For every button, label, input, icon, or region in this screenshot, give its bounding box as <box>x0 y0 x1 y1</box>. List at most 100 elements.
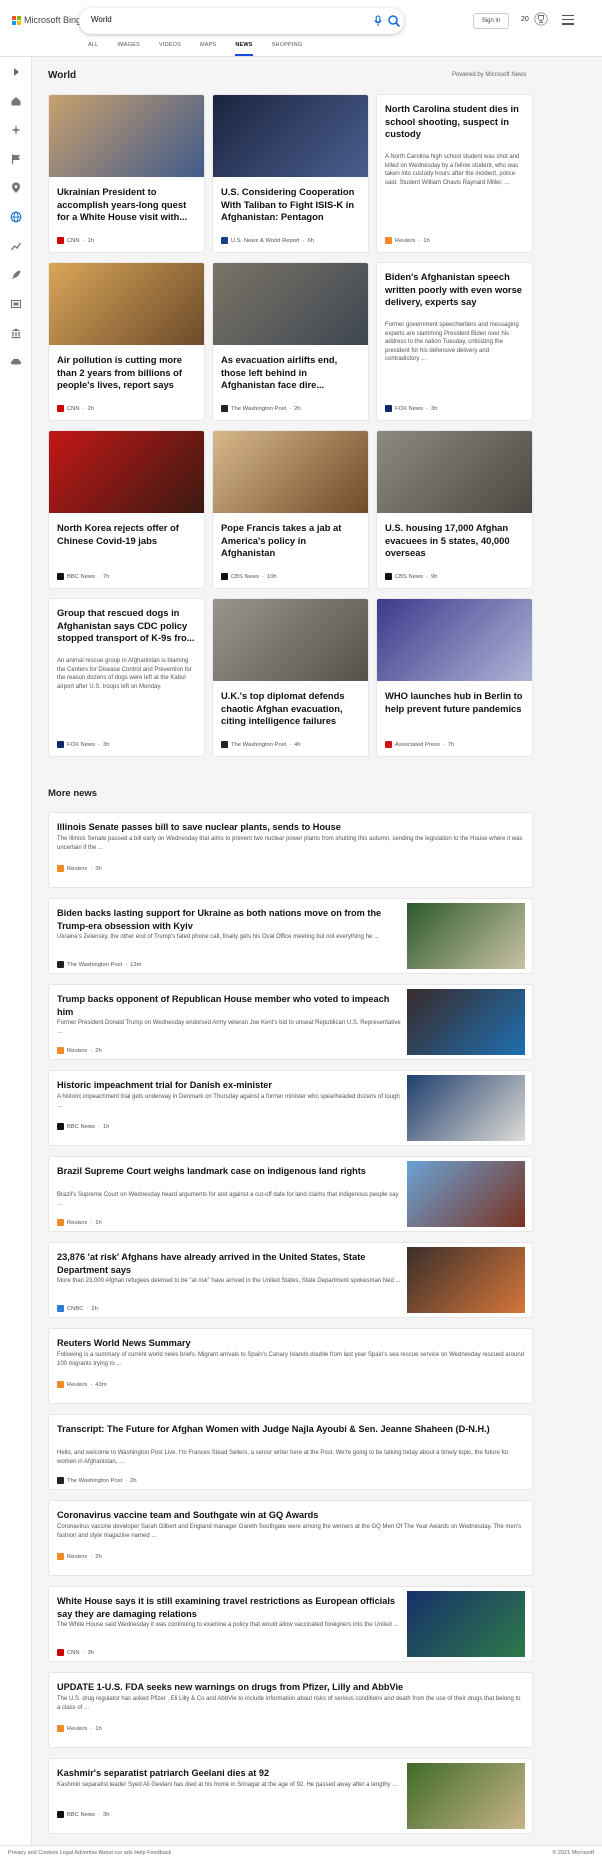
news-card-image[interactable] <box>49 263 204 345</box>
news-item-thumbnail[interactable] <box>407 989 525 1055</box>
separator-dot: · <box>82 1649 85 1656</box>
news-item-summary: Brazil's Supreme Court on Wednesday hear… <box>57 1192 399 1207</box>
search-icon[interactable] <box>387 14 401 28</box>
news-card-title[interactable]: Biden's Afghanistan speech written poorl… <box>385 271 525 309</box>
news-item-thumbnail[interactable] <box>407 1763 525 1829</box>
tab-news[interactable]: NEWS <box>235 40 253 56</box>
news-card-source: The Washington Post · 2h <box>221 405 301 412</box>
news-card[interactable]: U.S. Considering Cooperation With Taliba… <box>212 94 369 253</box>
news-card[interactable]: Group that rescued dogs in Afghanistan s… <box>48 598 205 757</box>
news-item-title[interactable]: UPDATE 1-U.S. FDA seeks new warnings on … <box>57 1681 525 1694</box>
news-item-title[interactable]: Trump backs opponent of Republican House… <box>57 993 402 1018</box>
news-item-title[interactable]: Kashmir's separatist patriarch Geelani d… <box>57 1767 402 1780</box>
news-list-item[interactable]: 23,876 'at risk' Afghans have already ar… <box>48 1242 533 1318</box>
news-card-title[interactable]: U.S. Considering Cooperation With Taliba… <box>221 186 361 224</box>
source-logo-icon <box>57 1553 64 1560</box>
news-item-title[interactable]: Brazil Supreme Court weighs landmark cas… <box>57 1165 402 1178</box>
bing-logo[interactable]: Microsoft Bing <box>12 15 81 25</box>
news-card[interactable]: As evacuation airlifts end, those left b… <box>212 262 369 421</box>
building-icon[interactable] <box>10 327 22 339</box>
expand-rail-icon[interactable] <box>10 66 22 78</box>
news-card-title[interactable]: Ukrainian President to accomplish years-… <box>57 186 197 224</box>
news-card-title[interactable]: WHO launches hub in Berlin to help preve… <box>385 690 525 715</box>
news-card[interactable]: U.S. housing 17,000 Afghan evacuees in 5… <box>376 430 533 589</box>
car-icon[interactable] <box>10 356 22 368</box>
news-item-thumbnail[interactable] <box>407 1161 525 1227</box>
search-box[interactable]: World <box>79 8 404 34</box>
tab-shopping[interactable]: SHOPPING <box>272 40 303 56</box>
news-card-title[interactable]: North Carolina student dies in school sh… <box>385 103 525 141</box>
news-card-title[interactable]: Pope Francis takes a jab at America's po… <box>221 522 361 560</box>
news-item-thumbnail[interactable] <box>407 1075 525 1141</box>
news-list-item[interactable]: Biden backs lasting support for Ukraine … <box>48 898 533 974</box>
sign-in-button[interactable]: Sign in <box>473 13 509 29</box>
rocket-icon[interactable] <box>10 269 22 281</box>
separator-dot: · <box>289 741 292 748</box>
news-card[interactable]: Biden's Afghanistan speech written poorl… <box>376 262 533 421</box>
tab-videos[interactable]: VIDEOS <box>159 40 181 56</box>
news-list-item[interactable]: Brazil Supreme Court weighs landmark cas… <box>48 1156 533 1232</box>
footer-links[interactable]: Privacy and Cookies Legal Advertise Abou… <box>8 1850 171 1856</box>
news-card-title[interactable]: As evacuation airlifts end, those left b… <box>221 354 361 392</box>
news-card-title[interactable]: North Korea rejects offer of Chinese Cov… <box>57 522 197 547</box>
tab-maps[interactable]: MAPS <box>200 40 216 56</box>
news-card-image[interactable] <box>377 599 532 681</box>
news-card-image[interactable] <box>213 431 368 513</box>
rewards-points[interactable]: 20 <box>521 16 529 23</box>
news-card[interactable]: Ukrainian President to accomplish years-… <box>48 94 205 253</box>
news-card-title[interactable]: Air pollution is cutting more than 2 yea… <box>57 354 197 392</box>
news-list-item[interactable]: Kashmir's separatist patriarch Geelani d… <box>48 1758 533 1834</box>
news-list-item[interactable]: Coronavirus vaccine team and Southgate w… <box>48 1500 533 1576</box>
chart-icon[interactable] <box>10 240 22 252</box>
news-item-thumbnail[interactable] <box>407 903 525 969</box>
news-card[interactable]: U.K.'s top diplomat defends chaotic Afgh… <box>212 598 369 757</box>
rewards-trophy-icon[interactable] <box>534 12 548 26</box>
news-card-image[interactable] <box>49 95 204 177</box>
sparkle-icon[interactable] <box>10 124 22 136</box>
home-icon[interactable] <box>10 95 22 107</box>
news-item-title[interactable]: White House says it is still examining t… <box>57 1595 402 1620</box>
film-icon[interactable] <box>10 298 22 310</box>
news-card-image[interactable] <box>49 431 204 513</box>
news-list-item[interactable]: White House says it is still examining t… <box>48 1586 533 1662</box>
news-card-title[interactable]: U.K.'s top diplomat defends chaotic Afgh… <box>221 690 361 728</box>
news-list-item[interactable]: Historic impeachment trial for Danish ex… <box>48 1070 533 1146</box>
news-card-image[interactable] <box>377 431 532 513</box>
globe-icon[interactable] <box>10 211 22 223</box>
search-input[interactable]: World <box>91 15 112 24</box>
news-card-image[interactable] <box>213 599 368 681</box>
news-card-title[interactable]: Group that rescued dogs in Afghanistan s… <box>57 607 197 645</box>
source-logo-icon <box>57 1477 64 1484</box>
news-card[interactable]: Air pollution is cutting more than 2 yea… <box>48 262 205 421</box>
news-list-item[interactable]: Trump backs opponent of Republican House… <box>48 984 533 1060</box>
news-list-item[interactable]: Illinois Senate passes bill to save nucl… <box>48 812 533 888</box>
news-card[interactable]: North Korea rejects offer of Chinese Cov… <box>48 430 205 589</box>
news-card-title[interactable]: U.S. housing 17,000 Afghan evacuees in 5… <box>385 522 525 560</box>
news-card[interactable]: WHO launches hub in Berlin to help preve… <box>376 598 533 757</box>
news-item-thumbnail[interactable] <box>407 1591 525 1657</box>
news-card[interactable]: Pope Francis takes a jab at America's po… <box>212 430 369 589</box>
news-item-title[interactable]: Transcript: The Future for Afghan Women … <box>57 1423 525 1436</box>
news-list-item[interactable]: Reuters World News Summary Following is a… <box>48 1328 533 1404</box>
microphone-icon[interactable] <box>372 15 384 27</box>
powered-by[interactable]: Powered by Microsoft News <box>452 72 526 78</box>
news-card[interactable]: North Carolina student dies in school sh… <box>376 94 533 253</box>
news-card-image[interactable] <box>213 95 368 177</box>
news-list-item[interactable]: UPDATE 1-U.S. FDA seeks new warnings on … <box>48 1672 533 1748</box>
menu-icon[interactable] <box>562 15 574 25</box>
flag-icon[interactable] <box>10 153 22 165</box>
news-item-title[interactable]: Reuters World News Summary <box>57 1337 525 1350</box>
news-item-title[interactable]: Illinois Senate passes bill to save nucl… <box>57 821 525 834</box>
news-list-item[interactable]: Transcript: The Future for Afghan Women … <box>48 1414 533 1490</box>
news-item-title[interactable]: Biden backs lasting support for Ukraine … <box>57 907 402 932</box>
news-item-title[interactable]: Coronavirus vaccine team and Southgate w… <box>57 1509 525 1522</box>
news-item-title[interactable]: 23,876 'at risk' Afghans have already ar… <box>57 1251 402 1276</box>
source-name: FOX News <box>67 741 96 748</box>
news-card-image[interactable] <box>213 263 368 345</box>
location-pin-icon[interactable] <box>10 182 22 194</box>
article-age: 2h <box>87 405 94 412</box>
news-item-title[interactable]: Historic impeachment trial for Danish ex… <box>57 1079 402 1092</box>
tab-images[interactable]: IMAGES <box>117 40 140 56</box>
news-item-thumbnail[interactable] <box>407 1247 525 1313</box>
tab-all[interactable]: ALL <box>88 40 98 56</box>
